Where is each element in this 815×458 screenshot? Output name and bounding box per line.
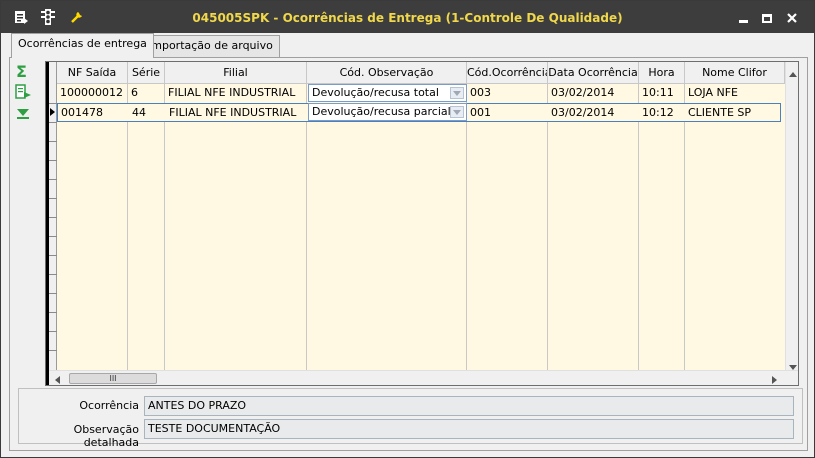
column-header-serie[interactable]: Série xyxy=(128,62,165,84)
cell-filial[interactable]: FILIAL NFE INDUSTRIAL xyxy=(165,84,307,102)
grid-line xyxy=(164,84,165,370)
grid-line xyxy=(49,255,57,256)
grid-line xyxy=(49,217,57,218)
cell-serie[interactable]: 6 xyxy=(128,84,165,102)
column-header-cod-ocorrencia[interactable]: Cód.Ocorrência xyxy=(467,62,548,84)
tab-label: Importação de arquivo xyxy=(148,39,273,52)
observacao-label: Observação detalhada xyxy=(73,423,139,449)
window-title: 045005SPK - Ocorrências de Entrega (1-Co… xyxy=(192,11,623,25)
grid-line xyxy=(49,312,57,313)
ocorrencia-field[interactable]: ANTES DO PRAZO xyxy=(144,396,794,416)
column-header-hora[interactable]: Hora xyxy=(639,62,685,84)
cell-data-ocorrencia[interactable]: 03/02/2014 xyxy=(548,84,639,102)
minimize-button[interactable] xyxy=(734,11,752,25)
grid-line xyxy=(466,84,467,370)
column-header-data-ocorrencia[interactable]: Data Ocorrência xyxy=(548,62,639,84)
close-button[interactable] xyxy=(783,11,801,25)
details-panel: Ocorrência ANTES DO PRAZO Observação det… xyxy=(18,388,803,449)
cell-filial[interactable]: FILIAL NFE INDUSTRIAL xyxy=(166,104,308,122)
chevron-down-icon[interactable] xyxy=(450,106,464,118)
column-header-cod-observacao[interactable]: Cód. Observação xyxy=(307,62,467,84)
observacao-field[interactable]: TESTE DOCUMENTAÇÃO xyxy=(144,419,794,439)
select-value: Devolução/recusa parcial xyxy=(312,105,451,118)
cell-nf-saida[interactable]: 100000012 xyxy=(57,84,128,102)
grid-line xyxy=(684,84,685,370)
cell-nf-saida[interactable]: 001478 xyxy=(58,104,129,122)
grid-line xyxy=(638,84,639,370)
select-value: Devolução/recusa total xyxy=(312,86,439,99)
scroll-up-icon[interactable] xyxy=(789,67,797,80)
grid-line xyxy=(49,103,57,104)
cell-hora[interactable]: 10:11 xyxy=(639,84,685,102)
export-icon[interactable] xyxy=(14,84,32,100)
chevron-down-icon[interactable] xyxy=(450,87,464,99)
svg-text:Σ: Σ xyxy=(16,63,27,79)
cell-cod-ocorrencia[interactable]: 003 xyxy=(467,84,548,102)
cell-cod-ocorrencia[interactable]: 001 xyxy=(467,104,548,122)
cell-hora[interactable]: 10:12 xyxy=(639,104,685,122)
maximize-button[interactable] xyxy=(758,11,776,25)
grid-line xyxy=(49,141,57,142)
cell-nome-clifor[interactable]: LOJA NFE xyxy=(685,84,781,102)
grid-line xyxy=(547,84,548,370)
grid-line xyxy=(49,274,57,275)
table-row[interactable]: 001478 44 FILIAL NFE INDUSTRIAL Devoluçã… xyxy=(57,103,781,122)
occurrences-grid[interactable]: NF Saída Série Filial Cód. Observação Có… xyxy=(45,61,799,386)
horizontal-scrollbar[interactable]: III xyxy=(49,370,798,385)
ocorrencia-label: Ocorrência xyxy=(79,399,139,412)
grid-line xyxy=(49,236,57,237)
table-row[interactable]: 100000012 6 FILIAL NFE INDUSTRIAL Devolu… xyxy=(57,84,781,103)
vertical-scrollbar[interactable] xyxy=(785,62,798,370)
grid-line xyxy=(49,179,57,180)
tab-ocorrencias[interactable]: Ocorrências de entrega xyxy=(11,33,154,58)
grid-line xyxy=(49,293,57,294)
cell-nome-clifor[interactable]: CLIENTE SP xyxy=(685,104,781,122)
tab-label: Ocorrências de entrega xyxy=(18,37,147,50)
scroll-right-icon[interactable] xyxy=(772,374,777,385)
sum-icon[interactable]: Σ xyxy=(14,62,32,81)
cell-serie[interactable]: 44 xyxy=(129,104,166,122)
grid-line xyxy=(127,84,128,370)
grid-line xyxy=(49,122,57,123)
cod-observacao-select[interactable]: Devolução/recusa parcial xyxy=(308,103,467,121)
column-header-nome-clifor[interactable]: Nome Clifor xyxy=(685,62,785,84)
tab-importacao[interactable]: Importação de arquivo xyxy=(141,35,280,57)
current-row-indicator-icon xyxy=(50,108,55,116)
scroll-thumb[interactable]: III xyxy=(69,373,157,384)
column-header-filial[interactable]: Filial xyxy=(165,62,307,84)
cod-observacao-select[interactable]: Devolução/recusa total xyxy=(308,84,467,102)
cell-data-ocorrencia[interactable]: 03/02/2014 xyxy=(548,104,639,122)
grid-line xyxy=(49,331,57,332)
grid-line xyxy=(49,198,57,199)
title-bar: 045005SPK - Ocorrências de Entrega (1-Co… xyxy=(1,1,814,33)
main-window: 045005SPK - Ocorrências de Entrega (1-Co… xyxy=(0,0,815,458)
grid-line xyxy=(49,350,57,351)
grid-line xyxy=(306,84,307,370)
column-header-nf-saida[interactable]: NF Saída xyxy=(57,62,128,84)
scroll-left-icon[interactable] xyxy=(55,374,60,385)
grid-line xyxy=(49,160,57,161)
filter-down-icon[interactable] xyxy=(14,105,32,121)
